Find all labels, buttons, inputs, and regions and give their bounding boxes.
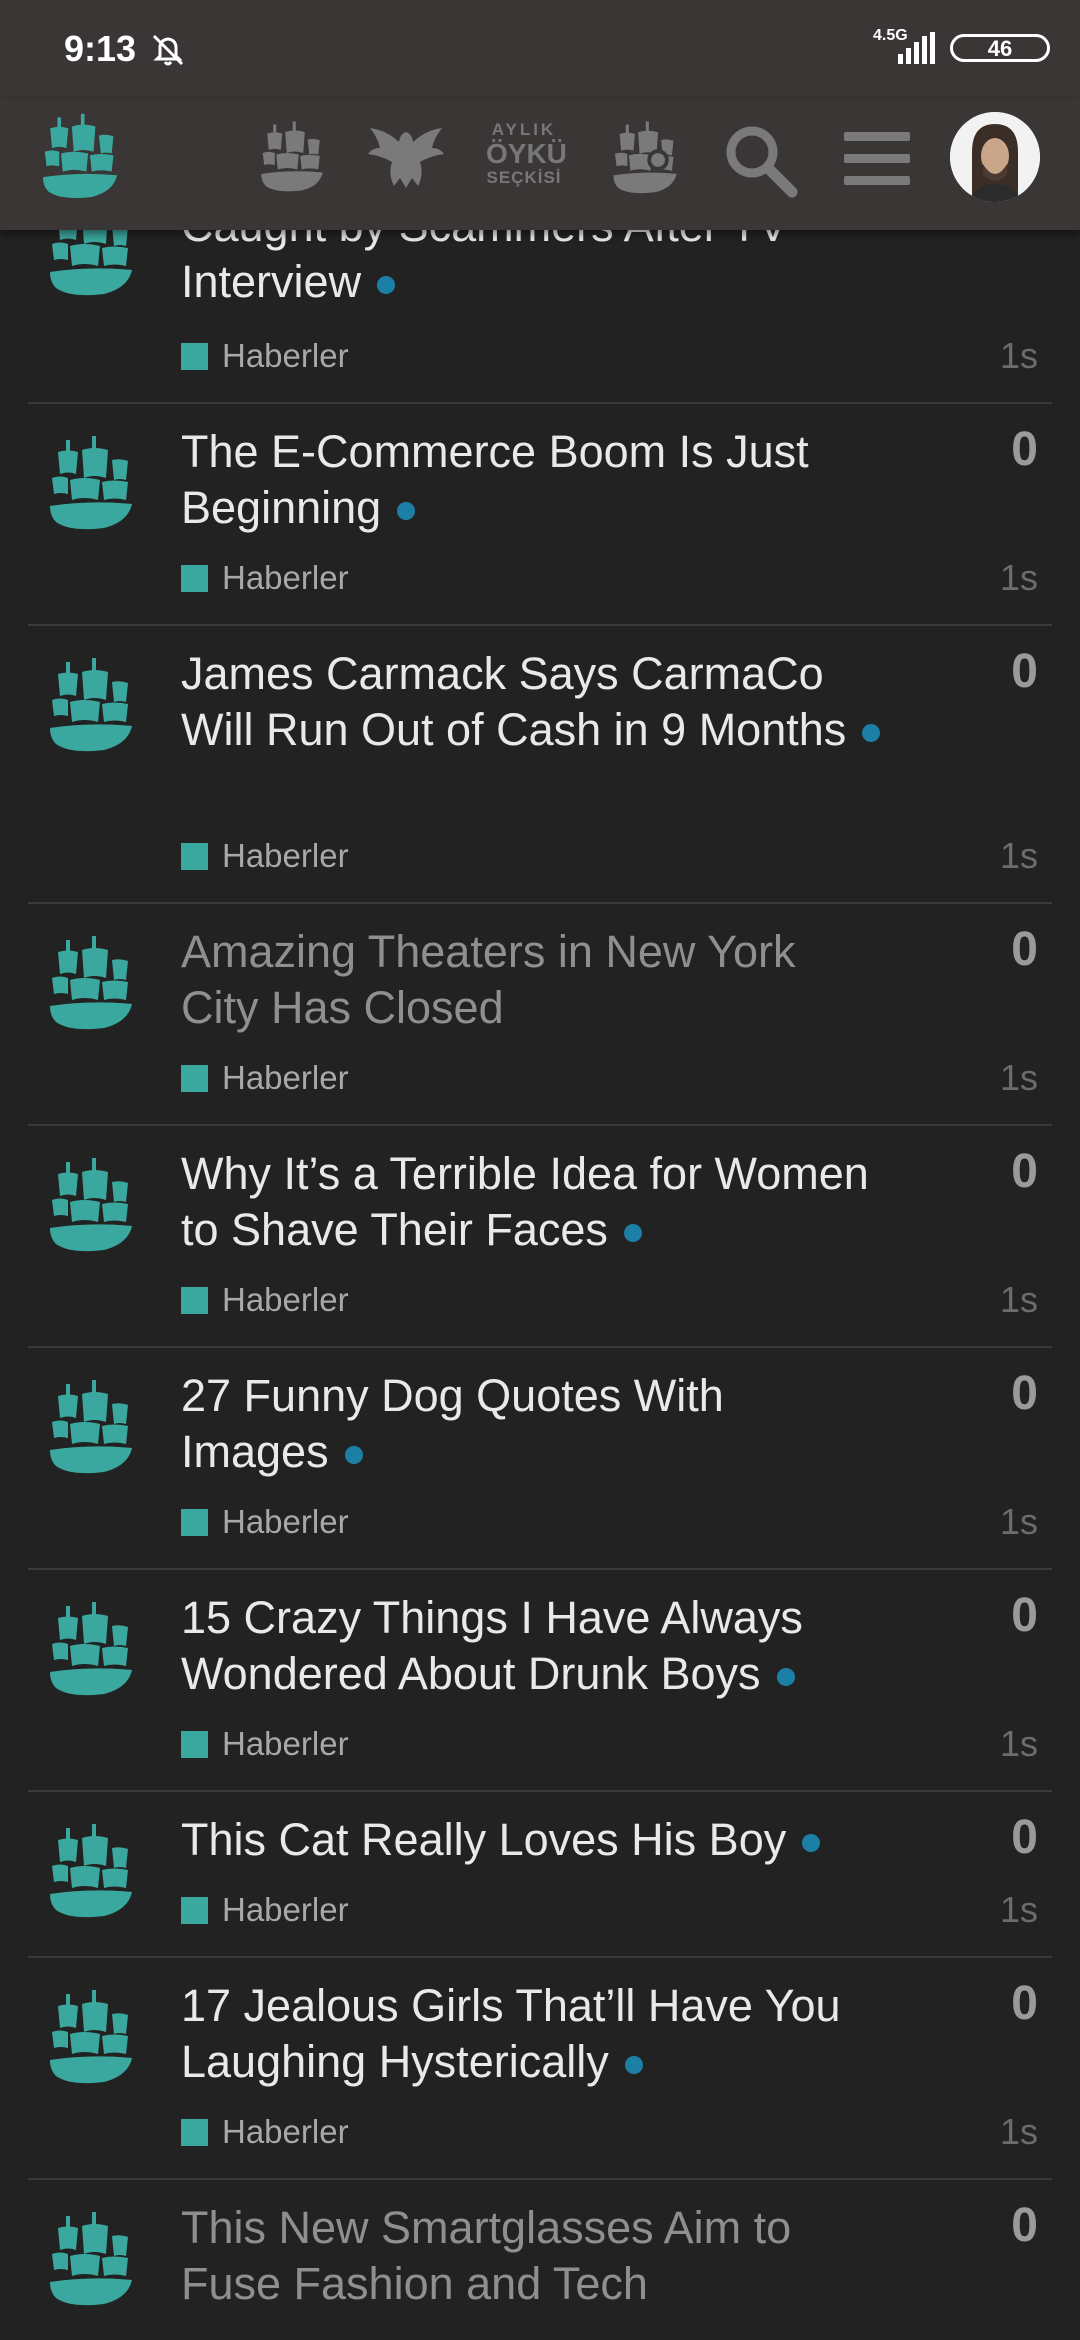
reply-count[interactable]: 0: [1011, 922, 1038, 977]
ship-logo-icon: [48, 1156, 134, 1260]
topic-title[interactable]: Amazing Theaters in New York City Has Cl…: [181, 924, 881, 1036]
ship-logo-icon: [48, 656, 134, 760]
search-icon[interactable]: [722, 122, 798, 198]
unread-dot: [776, 1668, 795, 1687]
reply-count[interactable]: 0: [1011, 1976, 1038, 2031]
category-color: [181, 1730, 208, 1758]
oyku-seckisi-nav[interactable]: AYLIK ÖYKÜ SEÇKİSİ: [486, 120, 567, 206]
site-header: AYLIK ÖYKÜ SEÇKİSİ: [0, 100, 1080, 230]
reply-count[interactable]: 0: [1011, 1144, 1038, 1199]
reply-count[interactable]: 0: [1011, 644, 1038, 699]
topic-age[interactable]: 1s: [1000, 1058, 1038, 1098]
topic-age[interactable]: 1s: [1000, 1502, 1038, 1542]
topic-age[interactable]: 1s: [1000, 336, 1038, 376]
category-color: [181, 1508, 208, 1536]
topic-title[interactable]: Why It’s a Terrible Idea for Women to Sh…: [181, 1146, 881, 1258]
pirate-ship-nav-icon[interactable]: [610, 120, 680, 200]
eagle-nav-icon[interactable]: [366, 122, 446, 192]
reply-count[interactable]: 0: [1011, 1366, 1038, 1421]
topic-title[interactable]: 15 Crazy Things I Have Always Wondered A…: [181, 1590, 881, 1702]
reply-count[interactable]: 0: [1011, 1810, 1038, 1865]
ship-logo-icon: [48, 934, 134, 1038]
ship-logo-icon: [48, 1988, 134, 2092]
topic-title[interactable]: 17 Jealous Girls That’ll Have You Laughi…: [181, 1978, 881, 2090]
ship-nav-icon[interactable]: [258, 120, 326, 198]
category-color: [181, 842, 208, 870]
site-logo-icon[interactable]: [40, 112, 120, 206]
unread-dot: [862, 724, 881, 743]
topic-title[interactable]: James Carmack Says CarmaCo Will Run Out …: [181, 646, 881, 758]
nav-text-line: ÖYKÜ: [486, 138, 567, 169]
topic-age[interactable]: 1s: [1000, 1890, 1038, 1930]
nav-text-line: SEÇKİSİ: [486, 168, 562, 187]
topic-row[interactable]: 17 Jealous Girls That’ll Have You Laughi…: [28, 1958, 1052, 2180]
category-label[interactable]: Haberler: [181, 2112, 349, 2152]
unread-dot: [377, 276, 396, 295]
category-label[interactable]: Haberler: [181, 1890, 349, 1930]
topic-row[interactable]: Amazing Theaters in New York City Has Cl…: [28, 904, 1052, 1126]
avatar-image: [950, 112, 1040, 202]
topic-age[interactable]: 1s: [1000, 1724, 1038, 1764]
hamburger-menu-icon[interactable]: [842, 126, 912, 192]
category-label[interactable]: Haberler: [181, 1280, 349, 1320]
unread-dot: [344, 1446, 363, 1465]
ship-logo-icon: [48, 434, 134, 538]
topic-age[interactable]: 1s: [1000, 2112, 1038, 2152]
unread-dot: [397, 502, 416, 521]
unread-dot: [802, 1834, 821, 1853]
topic-age[interactable]: 1s: [1000, 836, 1038, 876]
topic-row[interactable]: The E-Commerce Boom Is Just Beginning 0 …: [28, 404, 1052, 626]
category-color: [181, 1286, 208, 1314]
reply-count[interactable]: 0: [1011, 2198, 1038, 2253]
reply-count[interactable]: 0: [1011, 422, 1038, 477]
topic-title[interactable]: The E-Commerce Boom Is Just Beginning: [181, 424, 881, 536]
topic-row[interactable]: 27 Funny Dog Quotes With Images 0 Haberl…: [28, 1348, 1052, 1570]
category-label[interactable]: Haberler: [181, 1724, 349, 1764]
topic-row[interactable]: This Cat Really Loves His Boy 0 Haberler…: [28, 1792, 1052, 1958]
topic-row[interactable]: Why It’s a Terrible Idea for Women to Sh…: [28, 1126, 1052, 1348]
category-label[interactable]: Haberler: [181, 836, 349, 876]
topic-row[interactable]: James Carmack Says CarmaCo Will Run Out …: [28, 626, 1052, 904]
topic-title[interactable]: 27 Funny Dog Quotes With Images: [181, 1368, 881, 1480]
category-label[interactable]: Haberler: [181, 1058, 349, 1098]
category-label[interactable]: Haberler: [181, 558, 349, 598]
topic-age[interactable]: 1s: [1000, 1280, 1038, 1320]
reply-count[interactable]: 0: [1011, 1588, 1038, 1643]
topic-row[interactable]: This New Smartglasses Aim to Fuse Fashio…: [28, 2180, 1052, 2340]
ship-logo-icon: [48, 1378, 134, 1482]
ship-logo-icon: [48, 1600, 134, 1704]
unread-dot: [623, 1224, 642, 1243]
ship-logo-icon: [48, 2210, 134, 2314]
category-label[interactable]: Haberler: [181, 336, 349, 376]
topic-row[interactable]: 15 Crazy Things I Have Always Wondered A…: [28, 1570, 1052, 1792]
category-color: [181, 1896, 208, 1924]
topic-list: Caught by Scammers After TV Interview Ha…: [0, 0, 1080, 2340]
category-color: [181, 564, 208, 592]
user-avatar[interactable]: [950, 112, 1040, 202]
unread-dot: [624, 2056, 643, 2075]
ship-logo-icon: [48, 1822, 134, 1926]
topic-title[interactable]: This New Smartglasses Aim to Fuse Fashio…: [181, 2200, 881, 2312]
topic-age[interactable]: 1s: [1000, 558, 1038, 598]
category-color: [181, 1064, 208, 1092]
category-color: [181, 342, 208, 370]
nav-text-line: AYLIK: [491, 120, 557, 139]
topic-title[interactable]: This Cat Really Loves His Boy: [181, 1812, 881, 1868]
category-color: [181, 2118, 208, 2146]
category-label[interactable]: Haberler: [181, 1502, 349, 1542]
